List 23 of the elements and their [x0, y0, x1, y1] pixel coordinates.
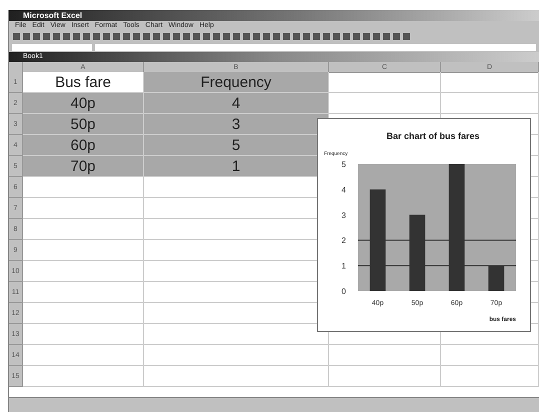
table-cell: Bus fare — [23, 72, 144, 93]
bar[interactable] — [409, 214, 426, 291]
table-cell: 70p — [23, 156, 144, 177]
tick-label: 1 — [342, 262, 346, 271]
chart-title: Bar chart of bus fares — [386, 131, 480, 141]
bar[interactable] — [448, 164, 465, 291]
table-cell: 50p — [23, 114, 144, 135]
tick-label: 3 — [342, 210, 346, 220]
bar[interactable] — [488, 266, 504, 291]
tick-label: 2 — [342, 236, 346, 246]
table-cell: Frequency — [144, 72, 329, 93]
window-title: Microsoft Excel — [9, 10, 539, 21]
bar[interactable] — [370, 189, 386, 291]
table-cell: 40p — [23, 93, 144, 114]
corner-cell[interactable] — [9, 62, 23, 73]
table-cell: 60p — [23, 135, 144, 156]
tick-label: 5 — [342, 160, 346, 169]
table-cell: 3 — [144, 114, 329, 135]
formula-field[interactable] — [95, 44, 536, 50]
tick-label: 4 — [342, 185, 346, 194]
name-box[interactable] — [12, 44, 92, 50]
table-cell: 4 — [144, 93, 329, 114]
tick-label: 0 — [342, 287, 346, 296]
